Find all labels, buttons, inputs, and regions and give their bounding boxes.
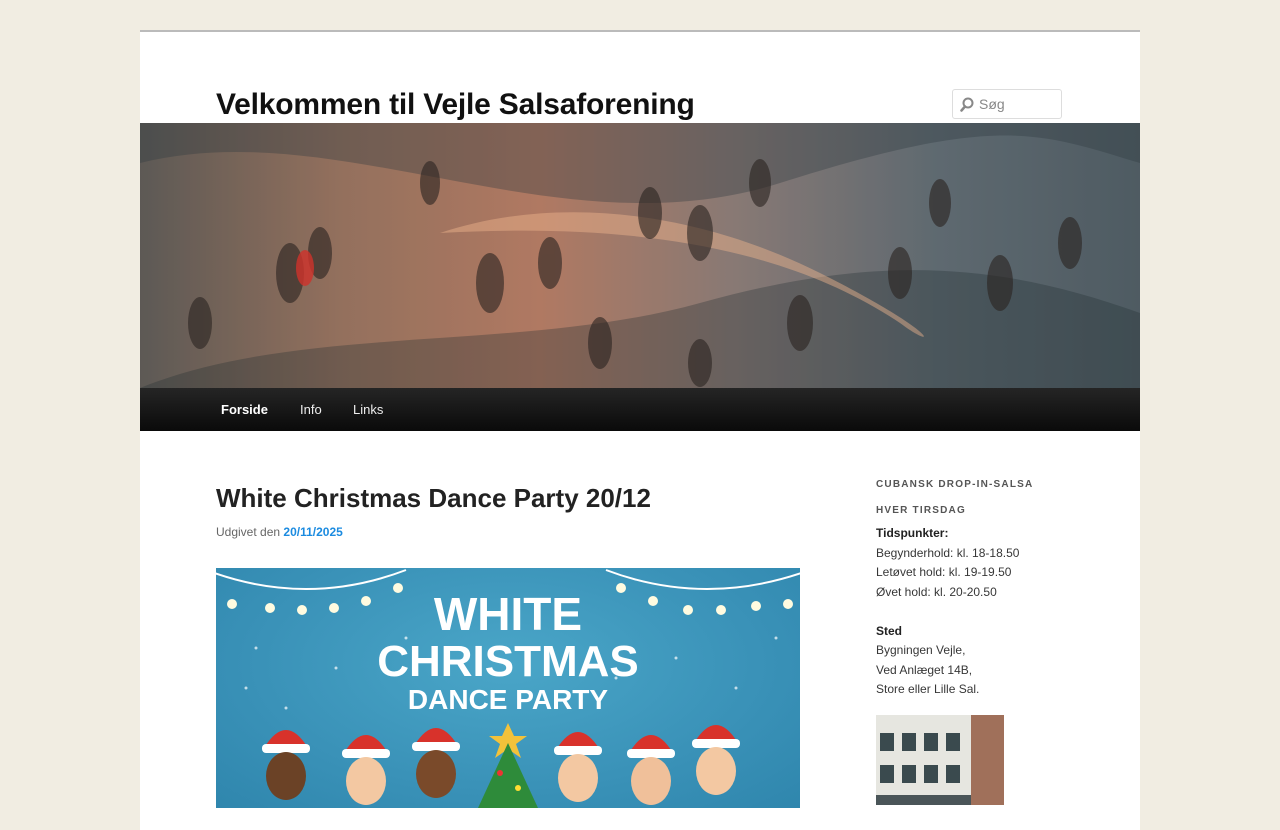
site-title[interactable]: Velkommen til Vejle Salsaforening [216,88,695,122]
search-input[interactable] [979,95,1057,113]
christmas-poster-graphic: WHITE CHRISTMAS DANCE PARTY [216,569,800,808]
poster-line-2: CHRISTMAS [377,637,639,686]
post-featured-image[interactable]: WHITE CHRISTMAS DANCE PARTY [216,568,800,808]
nav-item-forside[interactable]: Forside [221,388,268,431]
dancers-illustration [140,123,1140,388]
post-title[interactable]: White Christmas Dance Party 20/12 [216,483,651,514]
search-box[interactable] [952,89,1062,119]
poster-line-1: WHITE [434,588,582,640]
sidebar: CUBANSK DROP-IN-SALSA HVER TIRSDAG Tidsp… [876,472,1066,805]
post-meta: Udgivet den 20/11/2025 [216,525,343,539]
search-icon [960,97,974,112]
widget-title: CUBANSK DROP-IN-SALSA [876,479,1034,490]
time-line: Øvet hold: kl. 20-20.50 [876,584,997,599]
building-illustration [876,715,1004,805]
header-banner-image [140,123,1140,388]
time-line: Letøvet hold: kl. 19-19.50 [876,565,1012,579]
place-heading: Sted [876,623,903,638]
place-line: Bygningen Vejle, [876,643,966,657]
poster-line-3: DANCE PARTY [408,684,608,715]
main-navigation: Forside Info Links [140,388,1140,431]
page: Velkommen til Vejle Salsaforening Søg Fo… [140,30,1140,830]
place-line: Ved Anlæget 14B, [876,662,973,677]
place-line: Store eller Lille Sal. [876,682,980,696]
nav-item-links[interactable]: Links [353,388,383,431]
post-date-link[interactable]: 20/11/2025 [283,525,342,539]
times-heading: Tidspunkter: [876,526,949,540]
nav-item-info[interactable]: Info [300,388,322,431]
post-meta-prefix: Udgivet den [216,525,281,539]
time-line: Begynderhold: kl. 18-18.50 [876,545,1020,560]
building-photo [876,715,1004,805]
widget-subtitle: HVER TIRSDAG [876,505,966,516]
